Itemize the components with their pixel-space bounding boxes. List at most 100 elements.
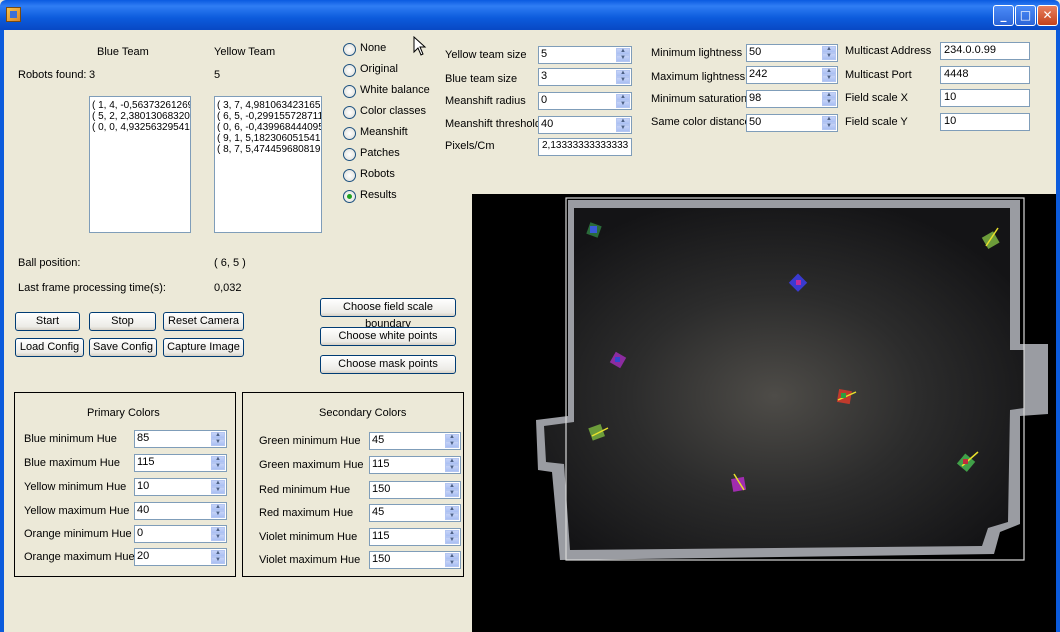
spinner-value[interactable]: 115 <box>137 456 155 468</box>
hue-spinner[interactable]: 150 ▲ ▼ <box>369 551 461 569</box>
reset-camera-button[interactable]: Reset Camera <box>163 312 244 331</box>
spin-up-icon[interactable]: ▲ <box>822 92 836 99</box>
list-item[interactable]: ( 3, 7, 4,981063423165 <box>217 100 320 111</box>
spin-up-icon[interactable]: ▲ <box>211 504 225 511</box>
spin-up-icon[interactable]: ▲ <box>616 48 630 55</box>
spin-down-icon[interactable]: ▼ <box>822 123 836 130</box>
spin-down-icon[interactable]: ▼ <box>211 557 225 564</box>
spinner-value[interactable]: 0 <box>137 527 143 539</box>
spin-up-icon[interactable]: ▲ <box>445 458 459 465</box>
spin-up-icon[interactable]: ▲ <box>822 116 836 123</box>
spin-up-icon[interactable]: ▲ <box>211 480 225 487</box>
param-spinner[interactable]: 98 ▲ ▼ <box>746 90 838 108</box>
spinner-value[interactable]: 10 <box>137 480 149 492</box>
param-spinner[interactable]: 242 ▲ ▼ <box>746 66 838 84</box>
spinner-arrows[interactable]: ▲ ▼ <box>211 432 225 446</box>
param-field[interactable]: 10 <box>940 113 1030 131</box>
maximize-icon[interactable]: □ <box>1015 5 1036 26</box>
hue-spinner[interactable]: 115 ▲ ▼ <box>369 528 461 546</box>
hue-spinner[interactable]: 20 ▲ ▼ <box>134 548 227 566</box>
spin-down-icon[interactable]: ▼ <box>822 99 836 106</box>
spinner-value[interactable]: 50 <box>749 46 761 58</box>
param-spinner[interactable]: 3 ▲ ▼ <box>538 68 632 86</box>
spin-up-icon[interactable]: ▲ <box>445 434 459 441</box>
spin-down-icon[interactable]: ▼ <box>616 77 630 84</box>
spin-up-icon[interactable]: ▲ <box>211 456 225 463</box>
radio-button-icon[interactable] <box>343 64 356 77</box>
spinner-value[interactable]: 5 <box>541 48 547 60</box>
spinner-arrows[interactable]: ▲ ▼ <box>445 506 459 520</box>
yellow-robots-list[interactable]: ( 3, 7, 4,981063423165 ( 6, 5, -0,299155… <box>214 96 322 233</box>
camera-view[interactable] <box>472 194 1056 632</box>
spin-down-icon[interactable]: ▼ <box>616 125 630 132</box>
radio-button-icon[interactable] <box>343 127 356 140</box>
blue-robots-list[interactable]: ( 1, 4, -0,56373261269 ( 5, 2, 2,3801306… <box>89 96 191 233</box>
list-item[interactable]: ( 0, 6, -0,439968444095 <box>217 122 321 133</box>
hue-spinner[interactable]: 115 ▲ ▼ <box>134 454 227 472</box>
hue-spinner[interactable]: 115 ▲ ▼ <box>369 456 461 474</box>
spinner-value[interactable]: 50 <box>749 116 761 128</box>
save-config-button[interactable]: Save Config <box>89 338 157 357</box>
spinner-value[interactable]: 40 <box>541 118 553 130</box>
hue-spinner[interactable]: 0 ▲ ▼ <box>134 525 227 543</box>
spin-down-icon[interactable]: ▼ <box>616 101 630 108</box>
spin-down-icon[interactable]: ▼ <box>445 441 459 448</box>
spinner-value[interactable]: 45 <box>372 434 384 446</box>
spin-down-icon[interactable]: ▼ <box>822 75 836 82</box>
spinner-value[interactable]: 40 <box>137 504 149 516</box>
spin-down-icon[interactable]: ▼ <box>211 487 225 494</box>
param-field[interactable]: 4448 <box>940 66 1030 84</box>
spinner-arrows[interactable]: ▲ ▼ <box>211 456 225 470</box>
spinner-arrows[interactable]: ▲ ▼ <box>822 68 836 82</box>
spinner-value[interactable]: 150 <box>372 483 390 495</box>
spin-up-icon[interactable]: ▲ <box>822 46 836 53</box>
hue-spinner[interactable]: 45 ▲ ▼ <box>369 504 461 522</box>
spin-up-icon[interactable]: ▲ <box>445 483 459 490</box>
spinner-value[interactable]: 3 <box>541 70 547 82</box>
spinner-arrows[interactable]: ▲ ▼ <box>211 550 225 564</box>
list-item[interactable]: ( 5, 2, 2,38013068320 <box>92 111 190 122</box>
hue-spinner[interactable]: 10 ▲ ▼ <box>134 478 227 496</box>
spin-up-icon[interactable]: ▲ <box>445 506 459 513</box>
spin-down-icon[interactable]: ▼ <box>445 490 459 497</box>
hue-spinner[interactable]: 85 ▲ ▼ <box>134 430 227 448</box>
spinner-value[interactable]: 85 <box>137 432 149 444</box>
list-item[interactable]: ( 6, 5, -0,299155728711 <box>217 111 321 122</box>
radio-button-icon[interactable] <box>343 190 356 203</box>
spin-up-icon[interactable]: ▲ <box>616 70 630 77</box>
list-item[interactable]: ( 9, 1, 5,18230605154​1 <box>217 133 320 144</box>
spinner-arrows[interactable]: ▲ ▼ <box>211 480 225 494</box>
spinner-arrows[interactable]: ▲ ▼ <box>616 70 630 84</box>
spinner-arrows[interactable]: ▲ ▼ <box>822 116 836 130</box>
spin-down-icon[interactable]: ▼ <box>211 534 225 541</box>
radio-button-icon[interactable] <box>343 43 356 56</box>
mask-points-button[interactable]: Choose mask points <box>320 355 456 374</box>
spin-up-icon[interactable]: ▲ <box>211 432 225 439</box>
field-scale-boundary-button[interactable]: Choose field scale boundary <box>320 298 456 330</box>
spinner-arrows[interactable]: ▲ ▼ <box>445 434 459 448</box>
spin-down-icon[interactable]: ▼ <box>822 53 836 60</box>
capture-image-button[interactable]: Capture Image <box>163 338 244 357</box>
spinner-arrows[interactable]: ▲ ▼ <box>211 527 225 541</box>
spin-up-icon[interactable]: ▲ <box>616 94 630 101</box>
param-spinner[interactable]: 40 ▲ ▼ <box>538 116 632 134</box>
param-spinner[interactable]: 50 ▲ ▼ <box>746 44 838 62</box>
spin-down-icon[interactable]: ▼ <box>445 513 459 520</box>
spinner-arrows[interactable]: ▲ ▼ <box>822 46 836 60</box>
list-item[interactable]: ( 8, 7, 5,474459680819 <box>217 144 320 155</box>
spinner-value[interactable]: 0 <box>541 94 547 106</box>
hue-spinner[interactable]: 40 ▲ ▼ <box>134 502 227 520</box>
list-item[interactable]: ( 0, 0, 4,93256329541 <box>92 122 190 133</box>
param-spinner[interactable]: 50 ▲ ▼ <box>746 114 838 132</box>
close-icon[interactable]: ✕ <box>1037 5 1058 26</box>
spin-down-icon[interactable]: ▼ <box>445 560 459 567</box>
spin-down-icon[interactable]: ▼ <box>211 511 225 518</box>
spin-down-icon[interactable]: ▼ <box>616 55 630 62</box>
spin-down-icon[interactable]: ▼ <box>445 537 459 544</box>
spinner-arrows[interactable]: ▲ ▼ <box>445 458 459 472</box>
spin-up-icon[interactable]: ▲ <box>445 530 459 537</box>
spin-up-icon[interactable]: ▲ <box>822 68 836 75</box>
spin-down-icon[interactable]: ▼ <box>445 465 459 472</box>
radio-button-icon[interactable] <box>343 148 356 161</box>
load-config-button[interactable]: Load Config <box>15 338 84 357</box>
